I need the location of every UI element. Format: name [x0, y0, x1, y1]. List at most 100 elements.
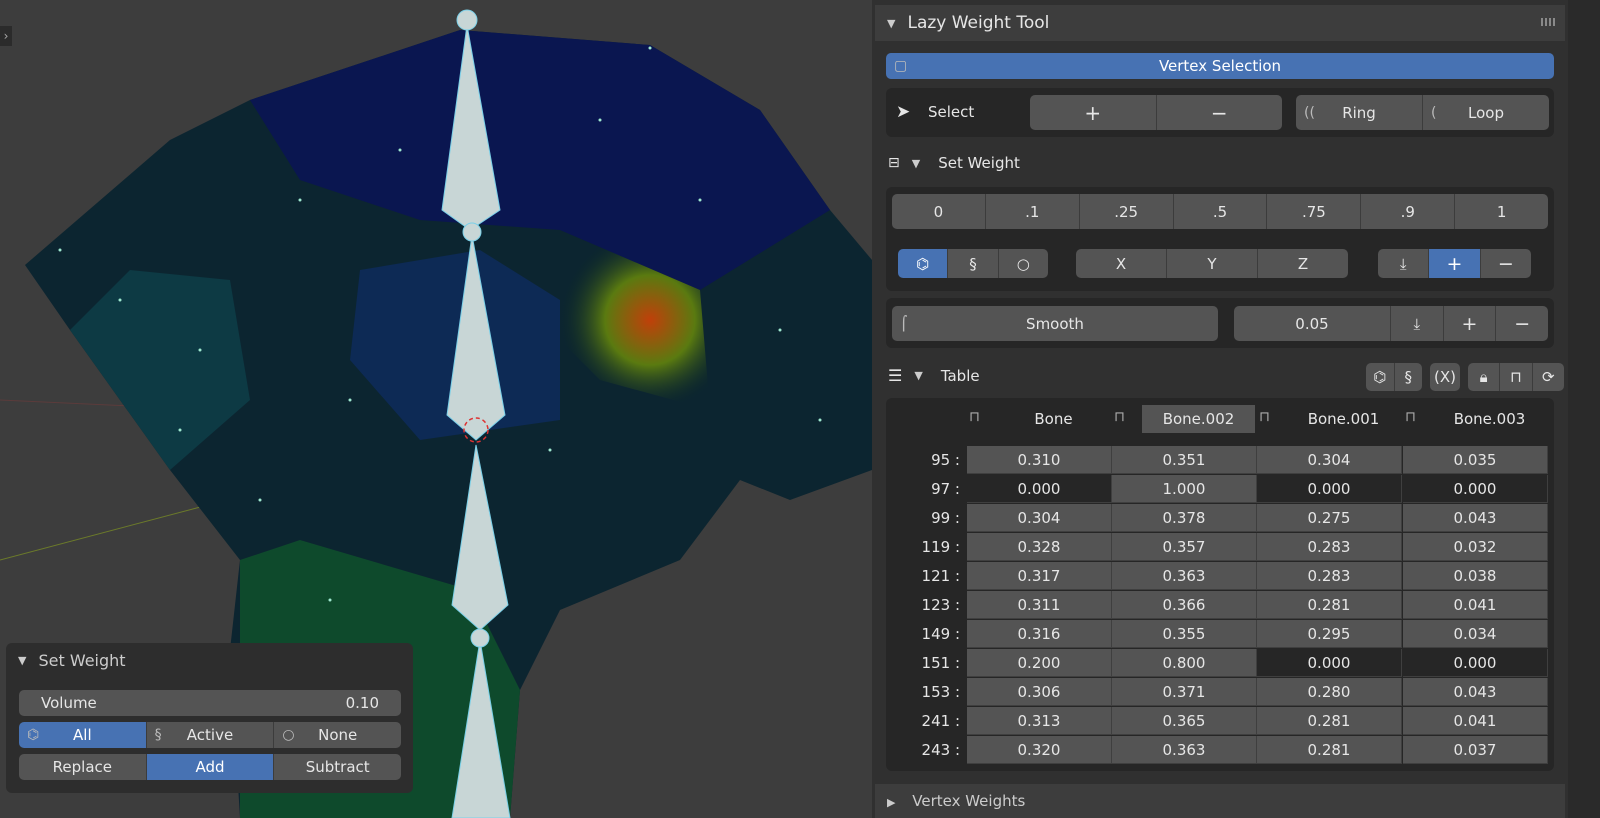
weight-cell[interactable]: 0.032: [1403, 533, 1548, 561]
weight-cell[interactable]: 0.304: [1257, 446, 1402, 474]
axis-x-button[interactable]: X: [1076, 249, 1167, 278]
active-group-button[interactable]: §: [948, 249, 999, 278]
show-all-groups-button[interactable]: ⌬: [1366, 363, 1395, 391]
weight-cell[interactable]: 0.041: [1403, 707, 1548, 735]
weight-preset-button[interactable]: .75: [1267, 194, 1362, 229]
sidebar-toggle[interactable]: ›: [0, 26, 12, 46]
weight-cell[interactable]: 0.038: [1403, 562, 1548, 590]
3d-viewport[interactable]: › ▼ Set Weight Volume 0.10 ⌬ All § Active …: [0, 0, 872, 818]
weight-cell[interactable]: 0.800: [1112, 649, 1257, 677]
set-weight-header[interactable]: ⊟ ▼ Set Weight: [888, 154, 1020, 172]
weight-preset-button[interactable]: .9: [1361, 194, 1456, 229]
weight-cell[interactable]: 0.357: [1112, 533, 1257, 561]
weight-cell[interactable]: 0.043: [1403, 504, 1548, 532]
weight-cell[interactable]: 0.281: [1257, 736, 1402, 764]
smooth-subtract-button[interactable]: −: [1496, 306, 1548, 341]
replace-button[interactable]: Replace: [19, 754, 147, 780]
select-more-button[interactable]: +: [1030, 95, 1157, 130]
mode-none-button[interactable]: ○ None: [274, 722, 401, 748]
add-button[interactable]: +: [1429, 249, 1481, 278]
weight-cell[interactable]: 0.365: [1112, 707, 1257, 735]
weight-cell[interactable]: 0.200: [967, 649, 1112, 677]
weight-cell[interactable]: 0.283: [1257, 533, 1402, 561]
weight-cell[interactable]: 0.304: [967, 504, 1112, 532]
weight-cell[interactable]: 0.043: [1403, 678, 1548, 706]
column-header[interactable]: Bone.001: [1287, 405, 1400, 433]
add-button[interactable]: Add: [146, 754, 275, 780]
subtract-button[interactable]: Subtract: [274, 754, 401, 780]
weight-cell[interactable]: 0.363: [1112, 736, 1257, 764]
weight-cell[interactable]: 0.035: [1403, 446, 1548, 474]
table-header[interactable]: ☰ ▼ Table: [888, 366, 980, 385]
weight-cell[interactable]: 0.280: [1257, 678, 1402, 706]
all-groups-button[interactable]: ⌬: [898, 249, 949, 278]
loop-button[interactable]: (Loop: [1423, 95, 1549, 130]
weight-preset-button[interactable]: 0: [892, 194, 986, 229]
weight-cell[interactable]: 0.371: [1112, 678, 1257, 706]
column-header[interactable]: Bone.003: [1433, 405, 1546, 433]
weight-preset-button[interactable]: .25: [1079, 194, 1174, 229]
mode-active-button[interactable]: § Active: [146, 722, 275, 748]
weight-preset-button[interactable]: .5: [1173, 194, 1268, 229]
weight-cell[interactable]: 0.366: [1112, 591, 1257, 619]
ring-button[interactable]: ((Ring: [1296, 95, 1423, 130]
weight-cell[interactable]: 0.034: [1403, 620, 1548, 648]
collapse-triangle-icon[interactable]: ▼: [18, 654, 26, 667]
weight-cell[interactable]: 0.000: [1403, 475, 1548, 503]
weight-cell[interactable]: 0.281: [1257, 591, 1402, 619]
weight-cell[interactable]: 0.310: [967, 446, 1112, 474]
weight-cell[interactable]: 0.295: [1257, 620, 1402, 648]
weight-cell[interactable]: 0.000: [1403, 649, 1548, 677]
weight-cell[interactable]: 0.313: [967, 707, 1112, 735]
weight-cell[interactable]: 0.283: [1257, 562, 1402, 590]
drag-grip-icon[interactable]: [1541, 18, 1555, 26]
weight-cell[interactable]: 0.320: [967, 736, 1112, 764]
weight-cell[interactable]: 0.281: [1257, 707, 1402, 735]
weight-cell[interactable]: 0.306: [967, 678, 1112, 706]
smooth-button[interactable]: ⌠ Smooth: [892, 306, 1218, 341]
weight-cell[interactable]: 0.355: [1112, 620, 1257, 648]
weight-preset-button[interactable]: .1: [985, 194, 1080, 229]
axis-z-button[interactable]: Z: [1258, 249, 1348, 278]
show-active-group-button[interactable]: §: [1394, 363, 1422, 391]
column-header[interactable]: Bone.002: [1142, 405, 1255, 433]
smooth-factor-field[interactable]: 0.05: [1234, 306, 1391, 341]
lock-all-button[interactable]: 🔒︎: [1468, 363, 1501, 391]
unlock-icon[interactable]: ⊓: [1114, 409, 1125, 425]
mode-all-button[interactable]: ⌬ All: [19, 722, 147, 748]
replace-button[interactable]: ⤓: [1378, 249, 1430, 278]
none-button[interactable]: ○: [998, 249, 1048, 278]
unlock-all-button[interactable]: ⊓: [1500, 363, 1533, 391]
weight-cell[interactable]: 1.000: [1112, 475, 1257, 503]
volume-field[interactable]: Volume 0.10: [19, 690, 401, 716]
weight-cell[interactable]: 0.275: [1257, 504, 1402, 532]
vertex-selection-toggle[interactable]: ▢ Vertex Selection: [886, 53, 1554, 79]
region-scrollbar[interactable]: [1568, 0, 1600, 818]
weight-cell[interactable]: 0.317: [967, 562, 1112, 590]
column-header[interactable]: Bone: [997, 405, 1110, 433]
weight-cell[interactable]: 0.311: [967, 591, 1112, 619]
select-less-button[interactable]: −: [1156, 95, 1282, 130]
clear-button[interactable]: (X): [1430, 363, 1460, 391]
weight-cell[interactable]: 0.000: [1257, 649, 1402, 677]
weight-cell[interactable]: 0.328: [967, 533, 1112, 561]
panel-header[interactable]: ▼ Lazy Weight Tool: [875, 5, 1565, 41]
weight-cell[interactable]: 0.000: [1257, 475, 1402, 503]
refresh-button[interactable]: ⟳: [1532, 363, 1564, 391]
subtract-button[interactable]: −: [1480, 249, 1531, 278]
unlock-icon[interactable]: ⊓: [969, 409, 980, 425]
weight-cell[interactable]: 0.000: [967, 475, 1112, 503]
weight-cell[interactable]: 0.037: [1403, 736, 1548, 764]
smooth-add-button[interactable]: +: [1443, 306, 1497, 341]
vertex-weights-header[interactable]: ▶ Vertex Weights: [875, 784, 1565, 818]
weight-cell[interactable]: 0.041: [1403, 591, 1548, 619]
weight-cell[interactable]: 0.316: [967, 620, 1112, 648]
weight-cell[interactable]: 0.363: [1112, 562, 1257, 590]
smooth-replace-button[interactable]: ⤓: [1391, 306, 1444, 341]
weight-preset-button[interactable]: 1: [1455, 194, 1548, 229]
weight-cell[interactable]: 0.351: [1112, 446, 1257, 474]
weight-cell[interactable]: 0.378: [1112, 504, 1257, 532]
unlock-icon[interactable]: ⊓: [1405, 409, 1416, 425]
axis-y-button[interactable]: Y: [1167, 249, 1258, 278]
unlock-icon[interactable]: ⊓: [1259, 409, 1270, 425]
